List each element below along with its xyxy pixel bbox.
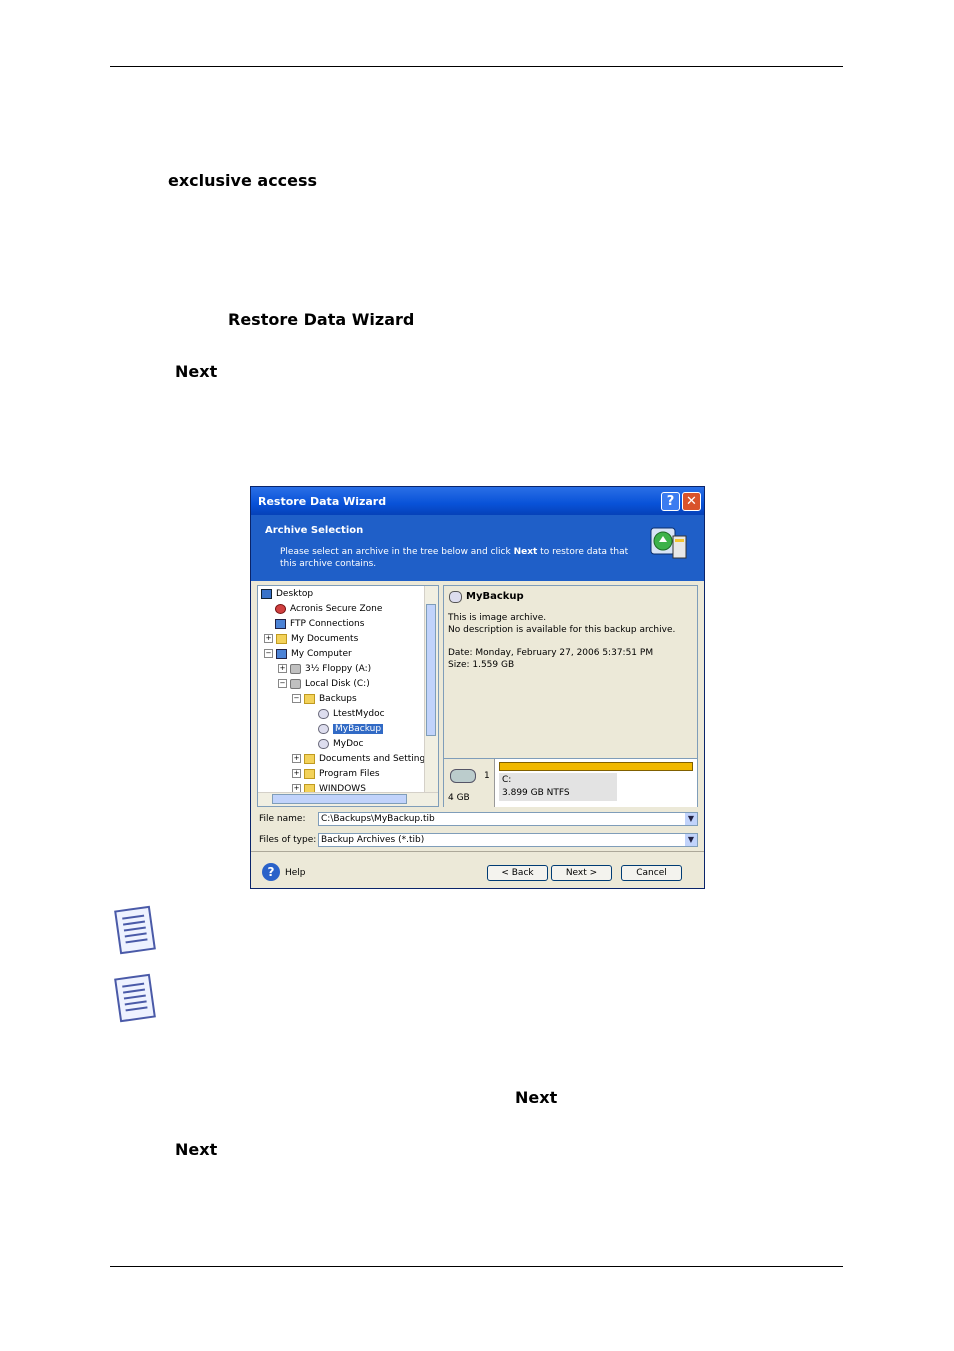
folder-icon: [304, 768, 315, 779]
restore-data-wizard-term: Restore Data Wizard: [228, 310, 415, 329]
tree-item-backups[interactable]: − Backups: [292, 692, 357, 707]
archive-icon: [318, 723, 329, 734]
tree-item-ftp[interactable]: FTP Connections: [275, 617, 364, 632]
next-term-2: Next: [515, 1088, 558, 1107]
archive-icon: [318, 738, 329, 749]
expand-icon: +: [292, 769, 301, 778]
next-term-3: Next: [175, 1140, 218, 1159]
tree-item-my-computer[interactable]: − My Computer: [264, 647, 352, 662]
next-button[interactable]: Next >: [551, 865, 612, 881]
secure-zone-icon: [275, 603, 286, 614]
vertical-scroll-thumb[interactable]: [426, 604, 436, 736]
header-rule: [110, 66, 843, 67]
tree-vertical-scrollbar[interactable]: [424, 586, 438, 806]
exclusive-access-term: exclusive access: [168, 171, 318, 190]
archive-date: Date: Monday, February 27, 2006 5:37:51 …: [448, 648, 654, 658]
archive-icon: [318, 708, 329, 719]
dialog-titlebar: Restore Data Wizard ? ✕: [251, 487, 704, 515]
footer-rule: [110, 1266, 843, 1267]
partition-c[interactable]: C: 3.899 GB NTFS: [499, 773, 617, 801]
ftp-icon: [275, 618, 286, 629]
tree-item-secure-zone[interactable]: Acronis Secure Zone: [275, 602, 382, 617]
tree-item-local-disk[interactable]: − Local Disk (C:): [278, 677, 370, 692]
tree-item-documents-settings[interactable]: + Documents and Setting: [292, 752, 425, 767]
help-link[interactable]: Help: [285, 868, 306, 878]
folder-icon: [304, 693, 315, 704]
disk-number: 1: [484, 771, 490, 781]
collapse-icon: −: [292, 694, 301, 703]
tree-item-my-documents[interactable]: + My Documents: [264, 632, 358, 647]
archive-info-panel: MyBackup This is image archive. No descr…: [443, 585, 698, 807]
chevron-down-icon[interactable]: ▼: [685, 813, 697, 825]
archive-type: This is image archive.: [448, 613, 547, 623]
folder-icon: [304, 753, 315, 764]
restore-wizard-dialog: Restore Data Wizard ? ✕ Archive Selectio…: [250, 486, 705, 889]
archive-size: Size: 1.559 GB: [448, 660, 515, 670]
note-icon: [114, 905, 156, 955]
disk-size: 4 GB: [448, 793, 470, 803]
header-description: Please select an archive in the tree bel…: [280, 547, 629, 569]
file-name-field[interactable]: C:\Backups\MyBackup.tib ▼: [318, 812, 698, 826]
tree-item-program-files[interactable]: + Program Files: [292, 767, 380, 782]
back-button[interactable]: < Back: [487, 865, 548, 881]
expand-icon: +: [292, 754, 301, 763]
title-help-button[interactable]: ?: [661, 492, 680, 511]
wizard-header: Archive Selection Please select an archi…: [251, 515, 704, 581]
header-title: Archive Selection: [265, 525, 364, 536]
partition-bar: [499, 762, 693, 771]
tree-item-mybackup[interactable]: MyBackup: [318, 722, 384, 737]
disk-summary: 1 4 GB: [444, 759, 495, 807]
horizontal-scroll-thumb[interactable]: [272, 794, 407, 804]
cancel-button[interactable]: Cancel: [621, 865, 682, 881]
tree-horizontal-scrollbar[interactable]: [258, 792, 438, 806]
archive-icon: [449, 591, 462, 603]
tree-item-desktop[interactable]: Desktop: [261, 587, 313, 602]
footer-separator: [251, 851, 704, 852]
disk-map: 1 4 GB C: 3.899 GB NTFS: [444, 758, 697, 807]
expand-icon: +: [264, 634, 273, 643]
file-name-label: File name:: [259, 814, 306, 824]
desktop-icon: [261, 588, 272, 599]
archive-description: No description is available for this bac…: [448, 625, 676, 635]
computer-icon: [276, 648, 287, 659]
hard-disk-icon: [450, 769, 476, 783]
tree-item-mydoc[interactable]: MyDoc: [318, 737, 363, 752]
computer-restore-icon: [650, 527, 687, 559]
folder-icon: [276, 633, 287, 644]
file-type-label: Files of type:: [259, 835, 317, 845]
partition-size: 3.899 GB NTFS: [502, 788, 570, 798]
collapse-icon: −: [264, 649, 273, 658]
folder-tree[interactable]: Desktop Acronis Secure Zone FTP Connecti…: [257, 585, 439, 807]
dialog-title: Restore Data Wizard: [258, 495, 387, 508]
archive-name: MyBackup: [466, 591, 524, 602]
chevron-down-icon[interactable]: ▼: [685, 834, 697, 846]
next-term-1: Next: [175, 362, 218, 381]
collapse-icon: −: [278, 679, 287, 688]
floppy-icon: [290, 663, 301, 674]
file-type-select[interactable]: Backup Archives (*.tib) ▼: [318, 833, 698, 847]
partition-label: C:: [502, 775, 512, 785]
expand-icon: +: [278, 664, 287, 673]
tree-item-ltestmydoc[interactable]: LtestMydoc: [318, 707, 385, 722]
tree-item-floppy[interactable]: +3½ Floppy (A:): [278, 662, 371, 677]
hard-disk-icon: [290, 678, 301, 689]
note-icon: [114, 973, 156, 1023]
help-icon[interactable]: ?: [262, 863, 280, 881]
title-close-button[interactable]: ✕: [682, 492, 701, 511]
